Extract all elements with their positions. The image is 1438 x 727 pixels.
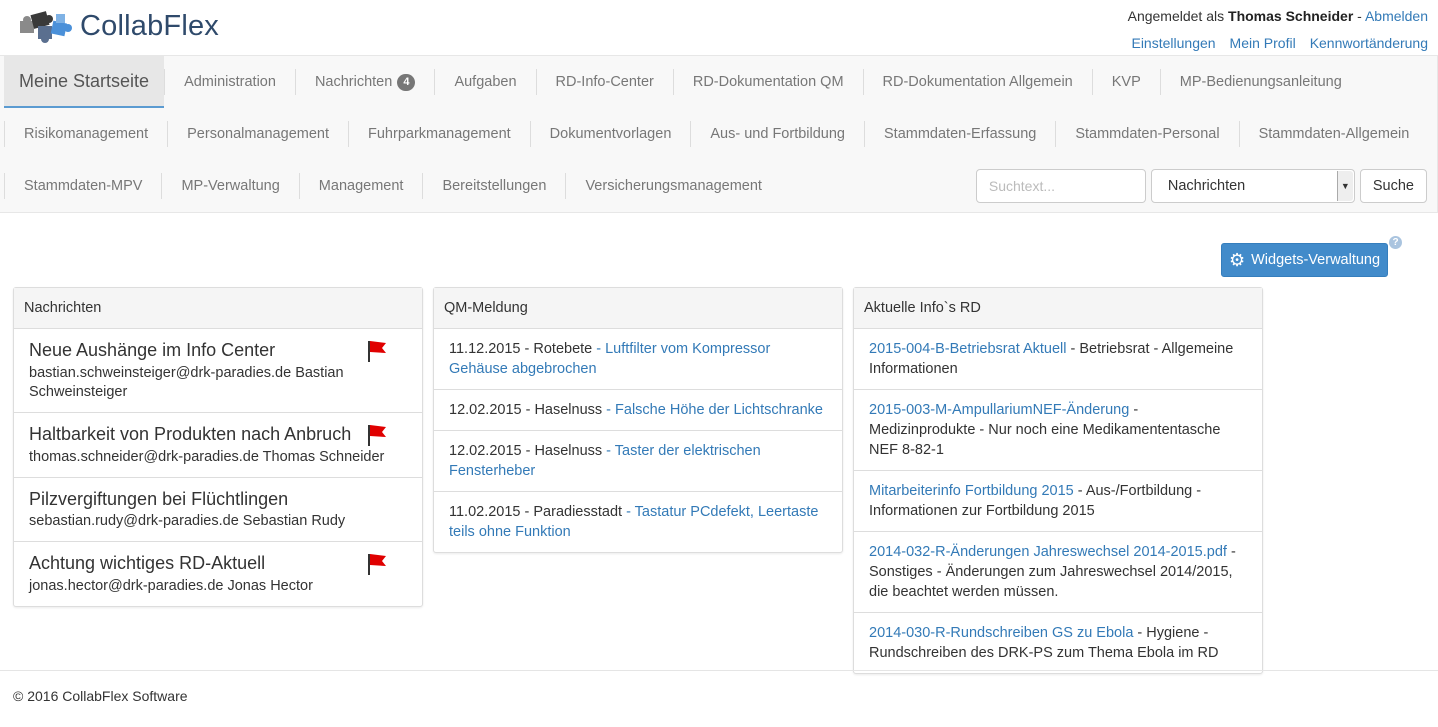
nav-master-data-personnel[interactable]: Stammdaten-Personal	[1056, 108, 1238, 160]
message-title[interactable]: Achtung wichtiges RD-Aktuell	[29, 552, 265, 574]
nav-personnel-management[interactable]: Personalmanagement	[168, 108, 348, 160]
messages-count-badge: 4	[397, 73, 416, 91]
nav-kvp[interactable]: KVP	[1093, 56, 1160, 108]
qm-report-meta: 12.02.2015 - Haselnuss	[449, 402, 603, 418]
message-sender: jonas.hector@drk-paradies.de Jonas Hecto…	[29, 578, 313, 594]
nav-master-data-mpv[interactable]: Stammdaten-MPV	[5, 160, 161, 212]
nav-training[interactable]: Aus- und Fortbildung	[691, 108, 864, 160]
qm-report-item: 11.02.2015 - Paradiesstadt - Tastatur PC…	[434, 492, 842, 552]
rd-info-panel: Aktuelle Info`s RD 2015-004-B-Betriebsra…	[853, 287, 1263, 674]
nav-row-1: Meine Startseite Administration Nachrich…	[4, 56, 1361, 108]
logo-text: CollabFlex	[80, 9, 219, 42]
separator: -	[1353, 8, 1365, 24]
widgets-management-label: Widgets-Verwaltung	[1251, 252, 1381, 268]
search-input[interactable]	[975, 169, 1146, 203]
logged-in-label: Angemeldet als	[1127, 8, 1225, 24]
puzzle-logo-icon	[18, 8, 78, 44]
nav-administration[interactable]: Administration	[165, 56, 295, 108]
nav-mp-manual[interactable]: MP-Bedienungsanleitung	[1161, 56, 1361, 108]
nav-rd-info-center[interactable]: RD-Info-Center	[537, 56, 673, 108]
message-item[interactable]: Haltbarkeit von Produkten nach Anbruch t…	[14, 413, 422, 478]
nav-provisioning[interactable]: Bereitstellungen	[423, 160, 565, 212]
user-name: Thomas Schneider	[1228, 8, 1354, 24]
nav-management[interactable]: Management	[300, 160, 423, 212]
footer-divider	[0, 670, 1438, 671]
message-title[interactable]: Neue Aushänge im Info Center	[29, 339, 275, 361]
rd-info-link[interactable]: 2015-004-B-Betriebsrat Aktuell	[869, 341, 1066, 357]
nav-master-data-entry[interactable]: Stammdaten-Erfassung	[865, 108, 1055, 160]
rd-info-link[interactable]: 2014-030-R-Rundschreiben GS zu Ebola	[869, 625, 1133, 641]
qm-report-item: 11.12.2015 - Rotebete - Luftfilter vom K…	[434, 329, 842, 390]
qm-report-panel: QM-Meldung 11.12.2015 - Rotebete - Luftf…	[433, 287, 843, 553]
profile-link[interactable]: Mein Profil	[1230, 35, 1296, 51]
nav-insurance-management[interactable]: Versicherungsmanagement	[566, 160, 781, 212]
qm-report-meta: 11.12.2015 - Rotebete	[449, 341, 593, 357]
rd-info-item: 2014-030-R-Rundschreiben GS zu Ebola - H…	[854, 613, 1262, 673]
user-status: Angemeldet als Thomas Schneider - Abmeld…	[1128, 8, 1428, 24]
nav-document-templates[interactable]: Dokumentvorlagen	[531, 108, 691, 160]
qm-report-panel-title: QM-Meldung	[434, 288, 842, 329]
widgets-management-button[interactable]: ⚙ Widgets-Verwaltung	[1221, 243, 1388, 277]
message-sender: thomas.schneider@drk-paradies.de Thomas …	[29, 449, 385, 465]
help-icon[interactable]: ?	[1389, 236, 1402, 249]
gear-icon: ⚙	[1228, 250, 1246, 270]
nav-rd-documentation-general[interactable]: RD-Dokumentation Allgemein	[864, 56, 1092, 108]
search-scope-value: Nachrichten	[1167, 178, 1246, 194]
messages-panel-title: Nachrichten	[14, 288, 422, 329]
nav-row-3: Stammdaten-MPV MP-Verwaltung Management …	[4, 160, 781, 212]
settings-link[interactable]: Einstellungen	[1131, 35, 1215, 51]
rd-info-item: 2014-032-R-Änderungen Jahreswechsel 2014…	[854, 532, 1262, 613]
rd-info-link[interactable]: 2015-003-M-AmpullariumNEF-Änderung	[869, 402, 1129, 418]
message-item[interactable]: Pilzvergiftungen bei Flüchtlingen sebast…	[14, 478, 422, 542]
search-button[interactable]: Suche	[1359, 169, 1427, 203]
nav-row-2: Risikomanagement Personalmanagement Fuhr…	[4, 108, 1428, 160]
nav-home[interactable]: Meine Startseite	[4, 56, 165, 108]
logo[interactable]: CollabFlex	[18, 6, 219, 46]
qm-report-meta: 12.02.2015 - Haselnuss	[449, 443, 603, 459]
qm-report-link[interactable]: - Falsche Höhe der Lichtschranke	[602, 402, 823, 418]
qm-report-item: 12.02.2015 - Haselnuss - Taster der elek…	[434, 431, 842, 492]
rd-info-item: 2015-004-B-Betriebsrat Aktuell - Betrieb…	[854, 329, 1262, 390]
message-item[interactable]: Achtung wichtiges RD-Aktuell jonas.hecto…	[14, 542, 422, 606]
chevron-down-icon[interactable]: ▼	[1336, 171, 1353, 201]
message-title[interactable]: Pilzvergiftungen bei Flüchtlingen	[29, 488, 288, 510]
message-title[interactable]: Haltbarkeit von Produkten nach Anbruch	[29, 423, 351, 445]
search-scope-select[interactable]: Nachrichten ▼	[1150, 169, 1355, 203]
flag-icon	[368, 341, 386, 362]
messages-panel: Nachrichten Neue Aushänge im Info Center…	[13, 287, 423, 607]
nav-risk-management[interactable]: Risikomanagement	[5, 108, 167, 160]
nav-rd-documentation-qm[interactable]: RD-Dokumentation QM	[674, 56, 863, 108]
rd-info-item: Mitarbeiterinfo Fortbildung 2015 - Aus-/…	[854, 471, 1262, 532]
qm-report-meta: 11.02.2015 - Paradiesstadt	[449, 504, 623, 520]
password-change-link[interactable]: Kennwortänderung	[1310, 35, 1428, 51]
qm-report-item: 12.02.2015 - Haselnuss - Falsche Höhe de…	[434, 390, 842, 431]
search-form: Nachrichten ▼ Suche	[975, 169, 1427, 203]
nav-tasks[interactable]: Aufgaben	[435, 56, 535, 108]
nav-master-data-general[interactable]: Stammdaten-Allgemein	[1240, 108, 1429, 160]
rd-info-link[interactable]: 2014-032-R-Änderungen Jahreswechsel 2014…	[869, 544, 1227, 560]
main-navbar: Meine Startseite Administration Nachrich…	[0, 55, 1438, 213]
nav-messages-label: Nachrichten	[314, 74, 393, 90]
user-links: Einstellungen Mein Profil Kennwortänderu…	[1131, 35, 1428, 51]
rd-info-item: 2015-003-M-AmpullariumNEF-Änderung - Med…	[854, 390, 1262, 471]
footer-copyright: © 2016 CollabFlex Software	[13, 688, 188, 704]
message-sender: sebastian.rudy@drk-paradies.de Sebastian…	[29, 513, 346, 529]
rd-info-panel-title: Aktuelle Info`s RD	[854, 288, 1262, 329]
flag-icon	[368, 425, 386, 446]
flag-icon	[368, 554, 386, 575]
message-item[interactable]: Neue Aushänge im Info Center bastian.sch…	[14, 329, 422, 413]
nav-mp-administration[interactable]: MP-Verwaltung	[162, 160, 298, 212]
nav-messages[interactable]: Nachrichten 4	[296, 56, 435, 108]
nav-fleet-management[interactable]: Fuhrparkmanagement	[349, 108, 530, 160]
logout-link[interactable]: Abmelden	[1365, 8, 1428, 24]
message-sender: bastian.schweinsteiger@drk-paradies.de B…	[29, 365, 344, 400]
rd-info-link[interactable]: Mitarbeiterinfo Fortbildung 2015	[869, 483, 1074, 499]
